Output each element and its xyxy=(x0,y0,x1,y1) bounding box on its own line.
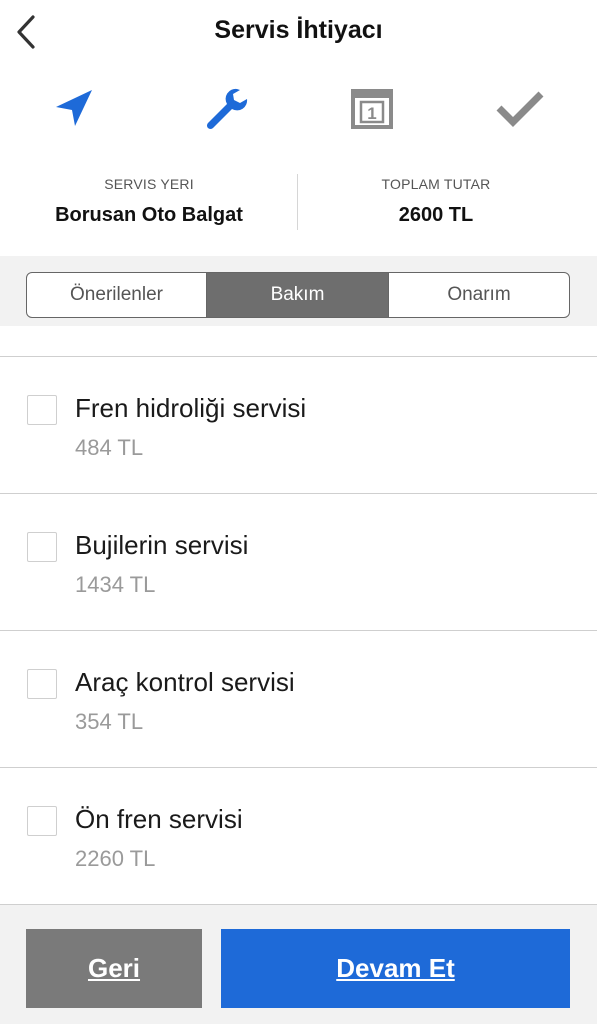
summary-location-value: Borusan Oto Balgat xyxy=(55,204,243,226)
service-price: 354 TL xyxy=(75,709,144,734)
bottom-action-bar: Geri Devam Et xyxy=(0,905,597,1024)
tab-onarim[interactable]: Onarım xyxy=(388,273,569,317)
check-icon xyxy=(496,91,544,127)
service-checkbox[interactable] xyxy=(27,395,57,425)
step-confirm[interactable] xyxy=(492,80,548,136)
summary: SERVIS YERI Borusan Oto Balgat TOPLAM TU… xyxy=(0,170,597,234)
service-checkbox[interactable] xyxy=(27,669,57,699)
back-button[interactable]: Geri xyxy=(26,929,202,1008)
step-indicator: 1 xyxy=(0,80,597,136)
tab-onerilenler[interactable]: Önerilenler xyxy=(27,273,206,317)
location-arrow-icon xyxy=(56,90,92,126)
service-checkbox[interactable] xyxy=(27,806,57,836)
continue-button[interactable]: Devam Et xyxy=(221,929,570,1008)
list-item[interactable]: Bujilerin servisi 1434 TL xyxy=(0,493,597,630)
header: Servis İhtiyacı xyxy=(0,0,597,66)
service-name: Araç kontrol servisi xyxy=(75,667,295,697)
list-item[interactable]: Ön fren servisi 2260 TL xyxy=(0,767,597,904)
step-date[interactable]: 1 xyxy=(344,80,400,136)
list-item[interactable]: Fren hidroliği servisi 484 TL xyxy=(0,356,597,493)
page-title: Servis İhtiyacı xyxy=(214,16,383,44)
service-price: 1434 TL xyxy=(75,572,156,597)
wrench-icon xyxy=(206,88,248,130)
category-tabs: Önerilenler Bakım Onarım xyxy=(26,272,570,318)
service-name: Ön fren servisi xyxy=(75,804,243,834)
tabs-band: Önerilenler Bakım Onarım xyxy=(0,256,597,326)
service-name: Fren hidroliği servisi xyxy=(75,393,307,423)
step-service[interactable] xyxy=(196,80,252,136)
calendar-icon: 1 xyxy=(351,89,393,129)
step-location[interactable] xyxy=(46,80,102,136)
tab-bakim[interactable]: Bakım xyxy=(206,273,388,317)
service-list: Fren hidroliği servisi 484 TL Bujilerin … xyxy=(0,356,597,905)
list-item[interactable]: Araç kontrol servisi 354 TL xyxy=(0,630,597,767)
summary-divider xyxy=(297,174,298,230)
summary-location-label: SERVIS YERI xyxy=(104,176,194,192)
summary-total-value: 2600 TL xyxy=(398,204,474,226)
summary-location: SERVIS YERI Borusan Oto Balgat xyxy=(10,170,288,227)
service-checkbox[interactable] xyxy=(27,532,57,562)
service-name: Bujilerin servisi xyxy=(75,530,249,560)
summary-total-label: TOPLAM TUTAR xyxy=(381,176,491,192)
summary-total: TOPLAM TUTAR 2600 TL xyxy=(298,170,574,227)
service-price: 484 TL xyxy=(75,435,144,460)
service-price: 2260 TL xyxy=(75,846,156,871)
calendar-icon-text: 1 xyxy=(367,104,376,123)
